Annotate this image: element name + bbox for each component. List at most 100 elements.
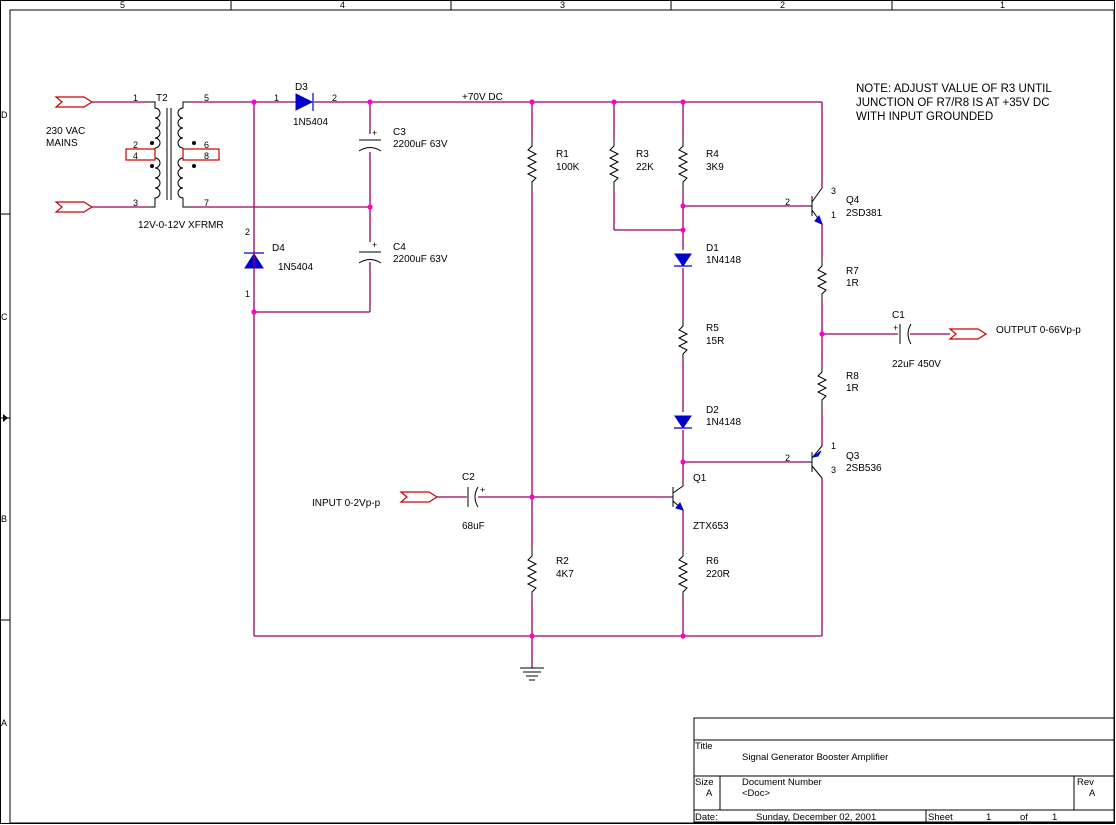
d1-value: 1N4148 — [706, 255, 741, 266]
frame-col-1: 1 — [1000, 0, 1005, 10]
r4-value: 3K9 — [706, 162, 724, 173]
transistor-q4 — [808, 187, 823, 225]
mains-label-1: 230 VAC — [46, 126, 85, 137]
frame-col-2: 2 — [780, 0, 785, 10]
c1-ref: C1 — [892, 310, 905, 321]
mains-port-top — [54, 96, 94, 108]
q3-ref: Q3 — [846, 451, 860, 462]
q4-pin-1: 1 — [831, 210, 836, 220]
docnum-label: Document Number — [742, 777, 822, 788]
c4-ref: C4 — [393, 242, 406, 253]
transistor-q3 — [808, 445, 823, 479]
q4-value: 2SD381 — [846, 208, 883, 219]
ground-icon — [520, 667, 544, 681]
c3-value: 2200uF 63V — [393, 139, 448, 150]
center-marker-icon — [3, 414, 8, 422]
output-label: OUTPUT 0-66Vp-p — [996, 325, 1081, 336]
r7-ref: R7 — [846, 266, 859, 277]
d1-ref: D1 — [706, 243, 719, 254]
rev-value: A — [1089, 788, 1096, 799]
of-value: 1 — [1052, 812, 1057, 823]
size-label: Size — [695, 777, 713, 788]
t2-pin-4: 4 — [133, 151, 138, 161]
r7-value: 1R — [846, 278, 859, 289]
svg-text:+: + — [372, 240, 377, 250]
title-label: Title — [695, 741, 713, 752]
c2-ref: C2 — [462, 472, 475, 483]
sheet-label: Sheet — [928, 812, 953, 823]
svg-text:+: + — [893, 323, 898, 333]
svg-text:+: + — [480, 485, 485, 495]
r5-value: 15R — [706, 336, 724, 347]
frame-row-a: A — [1, 718, 7, 728]
d3-pin-1: 1 — [274, 93, 279, 103]
resistor-r8 — [816, 365, 828, 410]
d2-value: 1N4148 — [706, 417, 741, 428]
diode-d3 — [295, 93, 314, 111]
q3-pin-3: 3 — [831, 465, 836, 475]
svg-text:+: + — [372, 128, 377, 138]
frame-row-d: D — [1, 110, 8, 120]
transistor-q1 — [669, 485, 684, 511]
date-label: Date: — [695, 812, 718, 823]
q1-ref: Q1 — [693, 473, 707, 484]
r4-ref: R4 — [706, 149, 719, 160]
d4-pin-2: 2 — [245, 227, 250, 237]
q3-pin-2: 2 — [785, 453, 790, 463]
t2-pin-6: 6 — [204, 140, 209, 150]
r1-ref: R1 — [556, 149, 569, 160]
frame-row-b: B — [1, 514, 7, 524]
note-line-2: JUNCTION OF R7/R8 IS AT +35V DC — [856, 97, 1050, 109]
frame-row-c: C — [1, 312, 8, 322]
resistor-r7 — [816, 260, 828, 300]
r6-ref: R6 — [706, 556, 719, 567]
q4-ref: Q4 — [846, 195, 860, 206]
junctions — [251, 99, 825, 639]
resistor-r2 — [526, 548, 538, 598]
capacitor-c4: + — [358, 240, 382, 264]
output-port — [948, 328, 988, 340]
c2-value: 68uF — [462, 521, 485, 532]
resistor-r5 — [677, 320, 689, 360]
q1-value: ZTX653 — [693, 521, 729, 532]
of-label: of — [1020, 812, 1028, 823]
schematic-diagram: 5 4 3 2 1 D C B A NOTE: ADJUST VALUE OF … — [0, 0, 1115, 824]
d3-pin-2: 2 — [332, 93, 337, 103]
d4-pin-1: 1 — [245, 289, 250, 299]
resistor-r4 — [677, 140, 689, 190]
r3-ref: R3 — [636, 149, 649, 160]
capacitor-c2: + — [467, 485, 485, 508]
d3-ref: D3 — [295, 82, 308, 93]
q4-pin-3: 3 — [831, 186, 836, 196]
mains-port-bottom — [54, 201, 94, 213]
rev-label: Rev — [1077, 777, 1094, 788]
resistor-r6 — [677, 550, 689, 596]
t2-value: 12V-0-12V XFRMR — [138, 220, 224, 231]
size-value: A — [706, 788, 713, 799]
rail-label: +70V DC — [462, 92, 503, 103]
t2-ref: T2 — [156, 93, 168, 104]
input-label: INPUT 0-2Vp-p — [312, 498, 381, 509]
r2-value: 4K7 — [556, 569, 574, 580]
frame-col-5: 5 — [120, 0, 125, 10]
resistor-r3 — [608, 140, 620, 190]
r3-value: 22K — [636, 162, 654, 173]
t2-pin-2: 2 — [133, 140, 138, 150]
design-note: NOTE: ADJUST VALUE OF R3 UNTIL JUNCTION … — [856, 83, 1052, 123]
input-port — [399, 491, 439, 503]
t2-pin-8: 8 — [204, 151, 209, 161]
q3-pin-1: 1 — [831, 441, 836, 451]
d3-value: 1N5404 — [293, 117, 328, 128]
resistor-r1 — [526, 140, 538, 190]
diode-d2 — [674, 415, 692, 429]
q4-pin-2: 2 — [785, 197, 790, 207]
r1-value: 100K — [556, 162, 580, 173]
d4-value: 1N5404 — [278, 262, 313, 273]
c1-value: 22uF 450V — [892, 359, 941, 370]
t2-pin-7: 7 — [204, 198, 209, 208]
sheet-value: 1 — [986, 812, 991, 823]
date-value: Sunday, December 02, 2001 — [756, 812, 876, 823]
t2-pin-5: 5 — [204, 93, 209, 103]
frame-col-4: 4 — [340, 0, 345, 10]
mains-label-2: MAINS — [46, 138, 78, 149]
